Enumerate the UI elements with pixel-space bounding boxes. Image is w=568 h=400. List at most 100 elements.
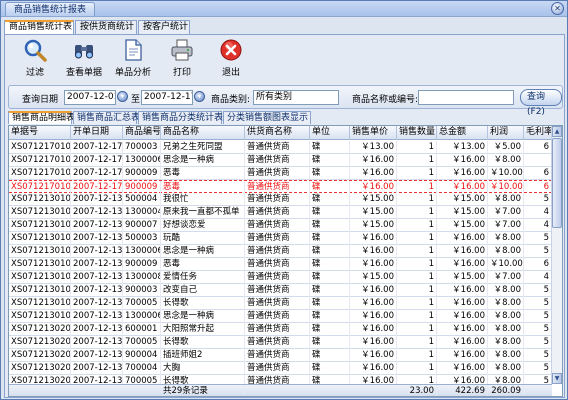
table-cell: 2007-12-13 <box>73 193 123 206</box>
table-cell: ￥15.00 <box>350 193 397 206</box>
column-header[interactable]: 销售单价 <box>350 126 397 140</box>
column-header[interactable]: 毛利率 <box>524 126 552 140</box>
column-header[interactable]: 销售数量 <box>397 126 437 140</box>
table-cell: 700005 <box>123 297 161 310</box>
scroll-down-icon[interactable]: ▼ <box>552 373 562 384</box>
table-cell: 碟 <box>310 219 350 232</box>
category-select[interactable]: 所有类别 <box>253 90 339 105</box>
report-window: 商品销售统计报表 ✕ 商品销售统计表 按供货商统计 按客户统计 过滤 查看单据 … <box>0 0 568 400</box>
column-header[interactable]: 单位 <box>310 126 350 140</box>
table-cell: 爱情任务 <box>161 271 245 284</box>
table-cell: ￥16.00 <box>437 232 488 245</box>
date-from-input[interactable]: 2007-12-01 <box>64 90 116 105</box>
table-row[interactable]: XS0712130100042007-12-13700005长得歌普通供货商碟￥… <box>9 297 552 310</box>
table-row[interactable]: XS0712130100032007-12-131300008爱情任务普通供货商… <box>9 271 552 284</box>
record-count: 共29条记录 <box>161 385 245 396</box>
scroll-up-icon[interactable]: ▲ <box>552 126 562 137</box>
table-row[interactable]: XS0712170100012007-12-17900009恶毒普通供货商碟￥1… <box>9 167 552 180</box>
name-input[interactable] <box>418 90 514 105</box>
table-cell: 1 <box>397 336 437 349</box>
total-quantity: 23.00 <box>397 385 437 396</box>
table-cell: 大胸 <box>161 362 245 375</box>
tab-sales-summary[interactable]: 销售商品汇总表 <box>73 111 140 124</box>
item-analysis-button[interactable]: 单品分析 <box>111 38 155 80</box>
tab-sales-detail[interactable]: 销售商品明细表 <box>8 111 75 124</box>
table-cell: 500003 <box>123 232 161 245</box>
table-cell: 5 <box>524 323 552 336</box>
tab-sales-stats[interactable]: 商品销售统计表 <box>4 20 74 35</box>
table-cell: 普通供货商 <box>245 193 310 206</box>
column-header[interactable]: 商品名称 <box>161 126 245 140</box>
table-cell: 1 <box>397 284 437 297</box>
table-row[interactable]: XS0712130100032007-12-13900003改变自己普通供货商碟… <box>9 284 552 297</box>
table-cell: ￥8.00 <box>488 154 524 167</box>
table-cell: 600001 <box>123 323 161 336</box>
table-row[interactable]: XS0712130100042007-12-131300006思念是一种病普通供… <box>9 310 552 323</box>
table-cell: 普通供货商 <box>245 206 310 219</box>
print-button[interactable]: 打印 <box>160 38 204 80</box>
table-cell: ￥7.00 <box>488 271 524 284</box>
scroll-thumb[interactable] <box>552 138 562 228</box>
to-label: 至 <box>131 95 141 105</box>
table-row[interactable]: XS0712130100022007-12-131300006思念是一种病普通供… <box>9 245 552 258</box>
table-row[interactable]: XS0712130200012007-12-13700005长得歌普通供货商碟￥… <box>9 336 552 349</box>
total-profit: 260.09 <box>488 385 524 396</box>
table-row[interactable]: XS0712170100012007-12-171300006思念是一种病普通供… <box>9 154 552 167</box>
table-row[interactable]: XS0712170100012007-12-17700003兄弟之生死同盟普通供… <box>9 141 552 154</box>
table-row[interactable]: XS0712130100012007-12-13900007好想谈恋爱普通供货商… <box>9 219 552 232</box>
table-cell <box>524 154 552 167</box>
table-row[interactable]: XS0712130100012007-12-13500004我很忙普通供货商碟￥… <box>9 193 552 206</box>
table-cell: 原来我一直都不孤单 <box>161 206 245 219</box>
tab-by-customer[interactable]: 按客户统计 <box>138 20 190 34</box>
tab-category-stats[interactable]: 销售商品分类统计表 <box>138 111 223 124</box>
document-icon <box>125 39 142 61</box>
sales-detail-grid: 单据号 开单日期 商品编号 商品名称 供货商名称 单位 销售单价 销售数量 总金额 利润 毛利率 X… <box>8 125 563 397</box>
table-cell: ￥16.00 <box>350 323 397 336</box>
table-row[interactable]: XS0712130100012007-12-131300004原来我一直都不孤单… <box>9 206 552 219</box>
table-cell: XS071213010002 <box>11 258 71 271</box>
table-cell: 恶毒 <box>161 167 245 180</box>
table-cell: 2007-12-13 <box>73 310 123 323</box>
table-cell: 普通供货商 <box>245 323 310 336</box>
table-cell: ￥7.00 <box>488 206 524 219</box>
table-cell: ￥16.00 <box>350 349 397 362</box>
table-cell: 碟 <box>310 284 350 297</box>
vertical-scrollbar[interactable]: ▲ ▼ <box>551 126 562 384</box>
close-icon[interactable]: ✕ <box>551 2 564 15</box>
tab-category-chart[interactable]: 分类销售额图表显示 <box>223 111 311 124</box>
table-row[interactable]: XS0712130200022007-12-13900004插班师姐2普通供货商… <box>9 349 552 362</box>
table-cell: ￥13.00 <box>437 141 488 154</box>
date-to-picker-icon[interactable]: ▾ <box>194 91 205 102</box>
table-cell: ￥15.00 <box>350 271 397 284</box>
table-cell: ￥16.00 <box>350 284 397 297</box>
table-row[interactable]: XS0712130100022007-12-13900009恶毒普通供货商碟￥1… <box>9 258 552 271</box>
table-row[interactable]: XS0712130200022007-12-13700004大胸普通供货商碟￥1… <box>9 362 552 375</box>
table-cell: XS071217010001 <box>11 167 71 180</box>
date-from-picker-icon[interactable]: ▾ <box>117 91 128 102</box>
column-header[interactable]: 供货商名称 <box>245 126 310 140</box>
table-cell: 碟 <box>310 349 350 362</box>
column-header[interactable]: 利润 <box>488 126 524 140</box>
table-cell: 6 <box>524 258 552 271</box>
filter-button[interactable]: 过滤 <box>13 38 57 80</box>
table-cell: XS071213020001 <box>11 323 71 336</box>
query-button[interactable]: 查询(F2) <box>520 89 562 117</box>
table-row[interactable]: XS0712130200012007-12-13600001大阳照常升起普通供货… <box>9 323 552 336</box>
table-cell: 碟 <box>310 167 350 180</box>
table-row[interactable]: XS0712130100022007-12-13500003玩酷普通供货商碟￥1… <box>9 232 552 245</box>
column-header[interactable]: 开单日期 <box>71 126 123 140</box>
table-cell: 思念是一种病 <box>161 245 245 258</box>
table-cell: ￥16.00 <box>437 310 488 323</box>
table-row[interactable]: XS0712170100012007-12-17900009恶毒普通供货商碟￥1… <box>9 180 552 194</box>
table-cell: 普通供货商 <box>245 336 310 349</box>
table-cell: 普通供货商 <box>245 219 310 232</box>
column-header[interactable]: 总金额 <box>437 126 488 140</box>
tab-by-supplier[interactable]: 按供货商统计 <box>75 20 137 34</box>
table-cell: XS071217010001 <box>11 141 71 154</box>
column-header[interactable]: 商品编号 <box>123 126 161 140</box>
view-document-button[interactable]: 查看单据 <box>62 38 106 80</box>
date-to-input[interactable]: 2007-12-17 <box>141 90 193 105</box>
table-cell: XS071213010002 <box>11 245 71 258</box>
exit-button[interactable]: 退出 <box>209 38 253 80</box>
column-header[interactable]: 单据号 <box>9 126 71 140</box>
